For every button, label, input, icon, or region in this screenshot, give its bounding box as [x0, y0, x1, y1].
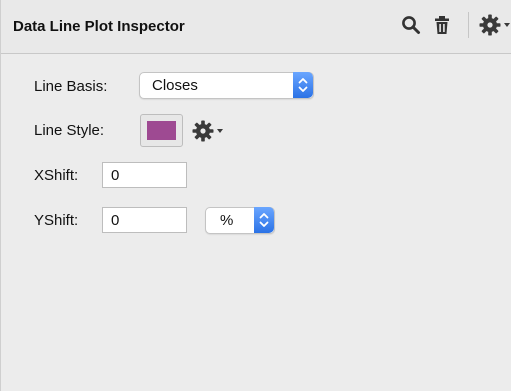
line-basis-label: Line Basis: [34, 78, 108, 95]
yshift-unit-value: % [220, 212, 234, 229]
yshift-unit-select[interactable]: % [205, 207, 275, 234]
xshift-input[interactable]: 0 [102, 162, 187, 188]
chevron-updown-icon [298, 78, 308, 92]
gear-icon[interactable] [479, 13, 511, 37]
trash-icon[interactable] [432, 14, 452, 36]
header-separator [468, 12, 469, 38]
line-color-swatch [147, 121, 176, 140]
line-basis-select[interactable]: Closes [139, 72, 314, 99]
yshift-input[interactable]: 0 [102, 207, 187, 233]
inspector-header: Data Line Plot Inspector [1, 0, 511, 54]
inspector-title: Data Line Plot Inspector [13, 18, 185, 35]
search-icon[interactable] [400, 14, 422, 36]
xshift-label: XShift: [34, 167, 79, 184]
yshift-unit-stepper[interactable] [254, 207, 274, 233]
chevron-updown-icon [259, 213, 269, 227]
xshift-value: 0 [111, 167, 120, 184]
line-basis-value: Closes [152, 77, 198, 94]
inspector-panel: Data Line Plot Inspector Line Basis: Clo… [0, 0, 511, 391]
line-style-label: Line Style: [34, 122, 105, 139]
gear-icon[interactable] [192, 119, 224, 143]
line-basis-stepper[interactable] [293, 72, 313, 98]
yshift-value: 0 [111, 212, 120, 229]
yshift-label: YShift: [34, 212, 79, 229]
line-color-well[interactable] [140, 114, 183, 147]
